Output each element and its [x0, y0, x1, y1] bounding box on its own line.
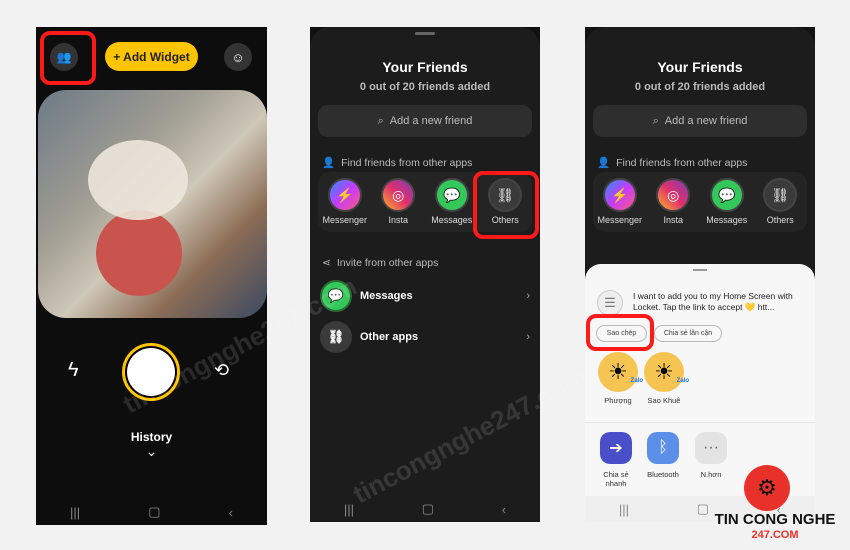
flowers [88, 140, 188, 220]
friends-title: Your Friends [382, 59, 468, 75]
add-widget-button[interactable]: + Add Widget [105, 42, 198, 71]
recent-apps-button[interactable]: ||| [619, 502, 629, 517]
share-icon: ⋖ [322, 257, 331, 269]
search-icon: ⌕ [652, 114, 659, 127]
back-button[interactable]: ‹ [229, 505, 233, 520]
highlight-box [473, 171, 539, 239]
highlight-box [586, 314, 654, 351]
share-screen: Your Friends 0 out of 20 friends added ⌕… [585, 27, 815, 522]
find-friends-heading: 👤 Find friends from other apps [597, 156, 748, 170]
history-label[interactable]: History [36, 430, 267, 444]
friends-count: 0 out of 20 friends added [634, 81, 766, 93]
search-icon: ⌕ [377, 114, 384, 127]
home-button[interactable]: ▢ [148, 504, 160, 520]
bluetooth-icon: ᛒ [647, 432, 679, 464]
contact-2[interactable]: ☀ Zalo Sao Khuê [639, 352, 689, 405]
app-messenger[interactable]: ⚡ Messenger [320, 178, 370, 232]
contact-1[interactable]: ☀ Zalo Phượng [593, 352, 643, 405]
nav-bar: ||| ▢ ‹ [36, 499, 267, 525]
divider [585, 422, 815, 423]
apps-row: ⚡ Messenger ◎ Insta 💬 Messages ⛓ Others [593, 172, 807, 232]
share-app-quick-share[interactable]: ➔ Chia sẻ nhanh [595, 432, 637, 488]
find-friends-heading: 👤 Find friends from other apps [322, 156, 473, 170]
friends-title: Your Friends [657, 59, 743, 75]
home-button[interactable]: ▢ [422, 501, 434, 517]
app-messages[interactable]: 💬 Messages [702, 178, 752, 232]
quick-share-icon: ➔ [600, 432, 632, 464]
add-friend-search[interactable]: ⌕ Add a new friend [318, 105, 532, 137]
recent-apps-button[interactable]: ||| [344, 502, 354, 517]
camera-preview [38, 90, 267, 318]
avatar: ☀ [644, 352, 684, 392]
avatar: ☀ [598, 352, 638, 392]
app-insta[interactable]: ◎ Insta [373, 178, 423, 232]
share-app-bluetooth[interactable]: ᛒ Bluetooth [641, 432, 685, 479]
vase [96, 210, 182, 296]
app-insta[interactable]: ◎ Insta [648, 178, 698, 232]
drag-handle[interactable] [693, 269, 707, 271]
recent-apps-button[interactable]: ||| [70, 505, 80, 520]
nearby-share-button[interactable]: Chia sẻ lân cận [654, 325, 722, 342]
share-message: I want to add you to my Home Screen with… [633, 291, 793, 312]
more-icon: ··· [695, 432, 727, 464]
nav-bar: ||| ▢ ‹ [310, 496, 540, 522]
app-messenger[interactable]: ⚡ Messenger [595, 178, 645, 232]
back-button[interactable]: ‹ [502, 502, 506, 517]
message-icon: ☰ [597, 290, 623, 316]
gear-logo-icon: ⚙ [744, 465, 790, 511]
chevron-down-icon[interactable]: ⌄ [36, 443, 267, 460]
camera-screen: 👥 + Add Widget ☺ ϟ ⟲ History ⌄ ||| ▢ ‹ [36, 27, 267, 525]
highlight-box [40, 31, 96, 85]
app-others[interactable]: ⛓ Others [755, 178, 805, 232]
invite-heading: ⋖ Invite from other apps [322, 257, 439, 269]
person-add-icon: 👤 [322, 157, 336, 169]
profile-icon[interactable]: ☺ [224, 43, 252, 71]
share-app-more[interactable]: ··· N.hơn [689, 432, 733, 479]
app-messages[interactable]: 💬 Messages [427, 178, 477, 232]
friends-count: 0 out of 20 friends added [359, 81, 491, 93]
flash-icon[interactable]: ϟ [68, 359, 79, 382]
drag-handle[interactable] [415, 32, 435, 35]
invite-other-apps[interactable]: ⛓ Other apps › [320, 320, 530, 354]
zalo-badge: Zalo [676, 378, 689, 384]
add-friend-search[interactable]: ⌕ Add a new friend [593, 105, 807, 137]
